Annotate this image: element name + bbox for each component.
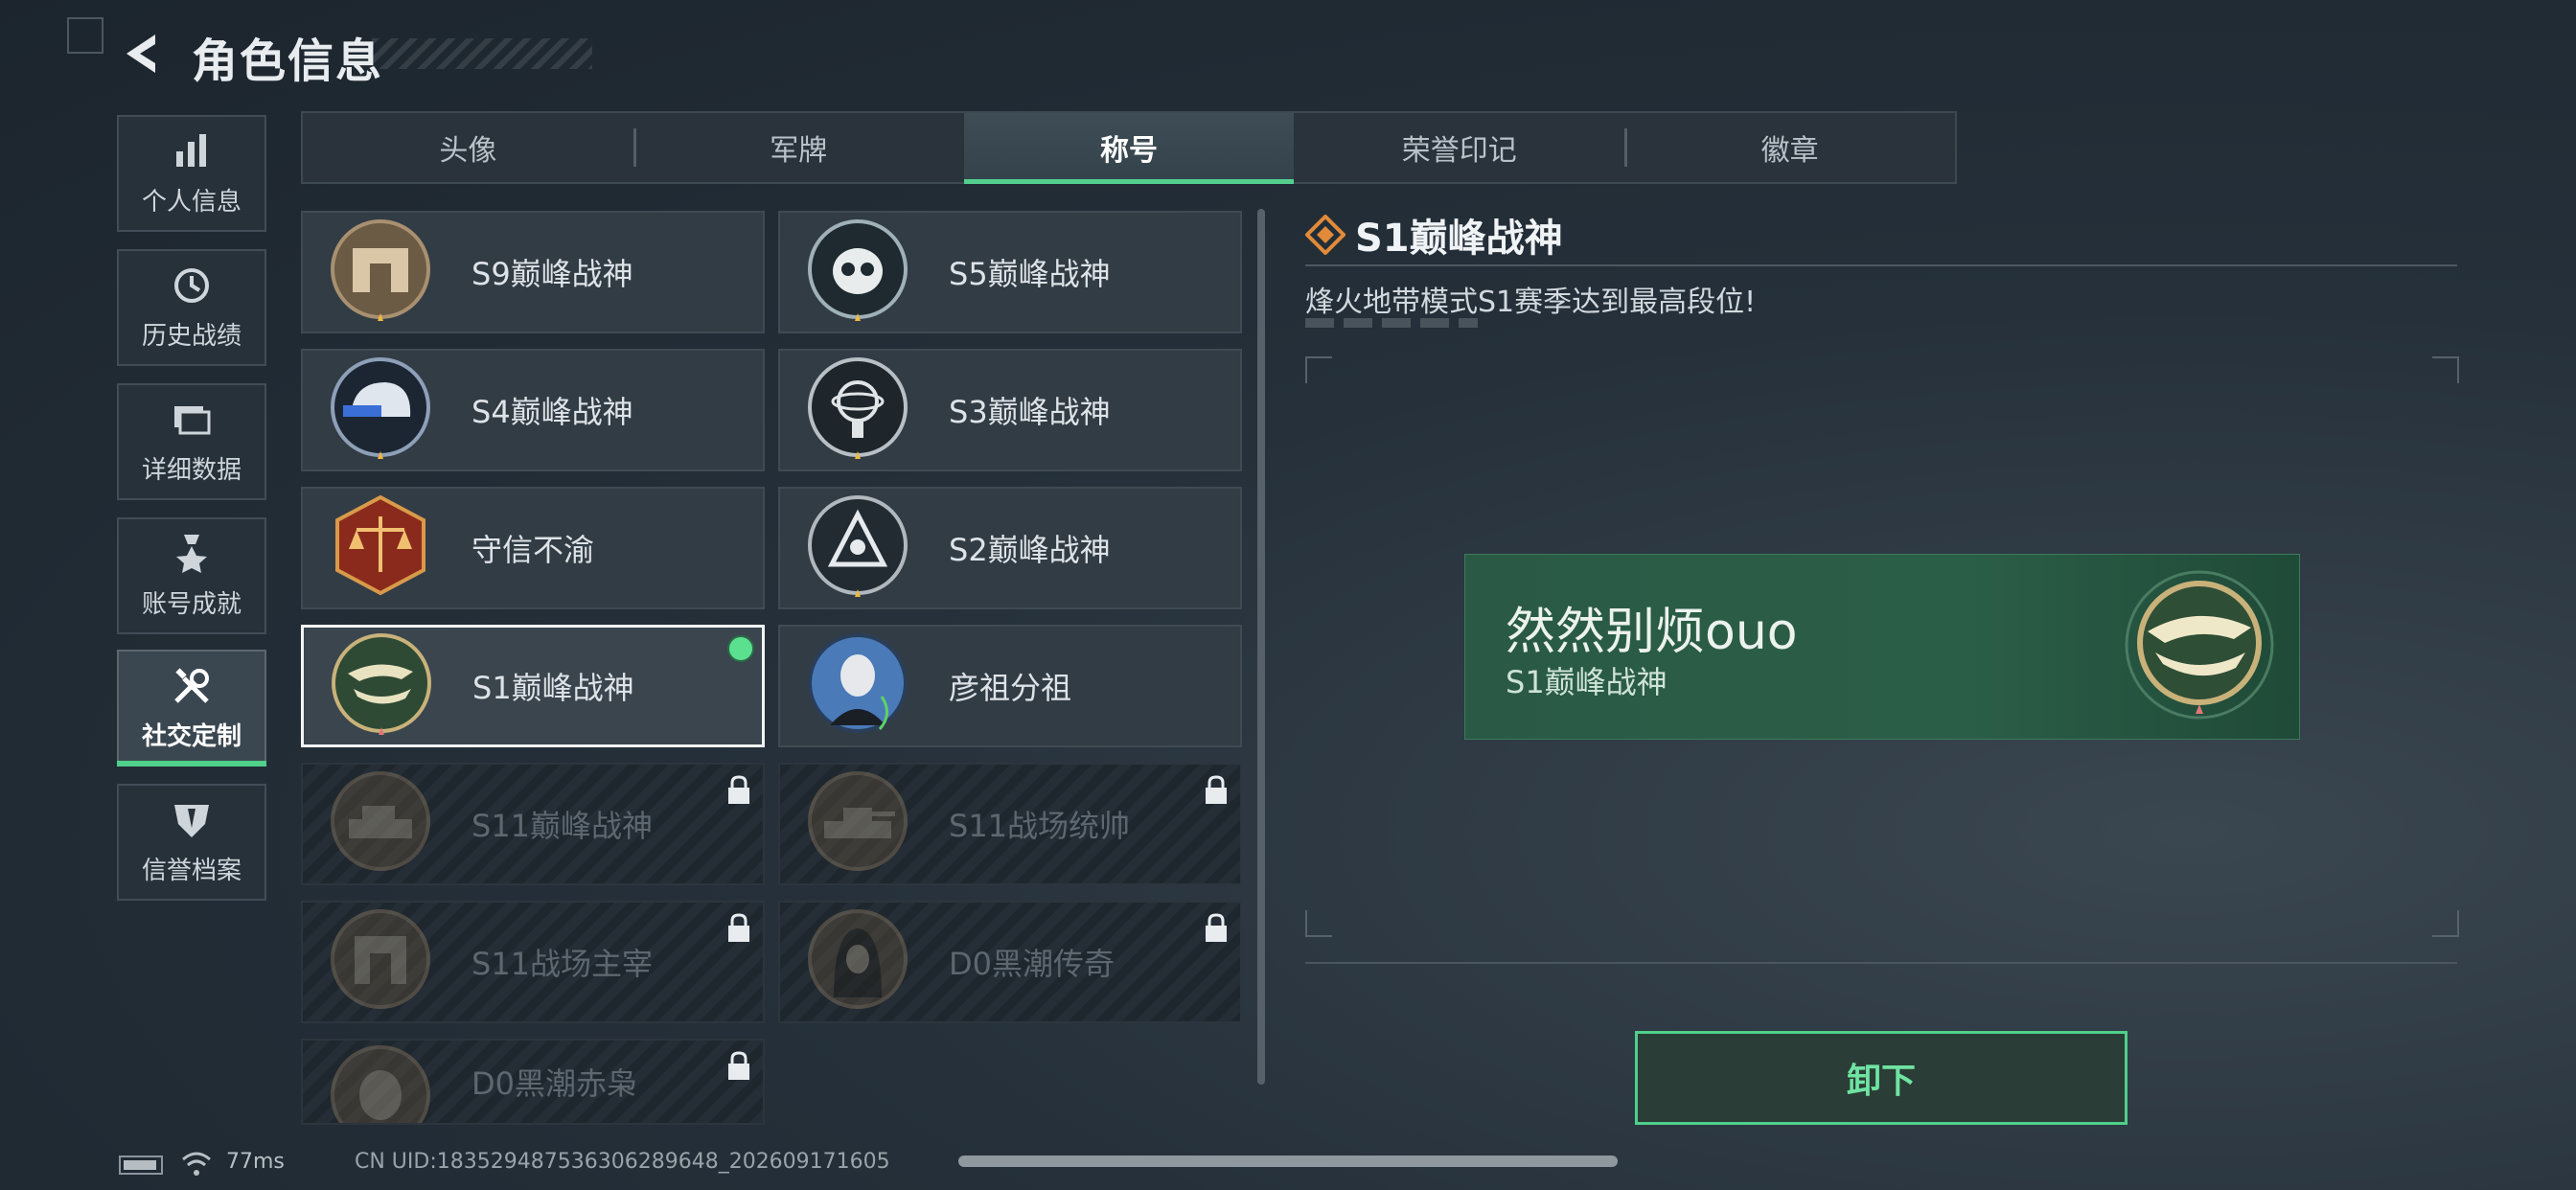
frame-corner [2432, 910, 2459, 937]
title-decoration [372, 38, 592, 69]
diamond-title-icon [1305, 215, 1346, 255]
title-card-locked[interactable]: D0黑潮传奇 [778, 901, 1242, 1023]
unequip-button[interactable]: 卸下 [1635, 1031, 2128, 1125]
ping-label: 77ms [226, 1150, 285, 1174]
title-name: S1巅峰战神 [472, 670, 634, 706]
sidebar-item-label: 个人信息 [141, 187, 242, 217]
list-scrollbar[interactable] [1257, 209, 1265, 1085]
title-name: 守信不渝 [472, 532, 595, 568]
tab-honor-mark[interactable]: 荣誉印记 [1294, 113, 1624, 182]
title-name: 彦祖分祖 [949, 670, 1072, 706]
title-card-locked[interactable]: S11战场统帅 [778, 763, 1242, 885]
sidebar-item-label: 信誉档案 [141, 856, 242, 885]
title-name: S3巅峰战神 [949, 394, 1111, 430]
lock-icon [728, 1051, 749, 1080]
tank-emblem [331, 771, 430, 871]
sidebar-item-label: 账号成就 [141, 589, 242, 619]
lock-icon [728, 775, 749, 804]
arch-emblem [331, 909, 430, 1009]
corner-marker [67, 17, 104, 54]
title-card[interactable]: S5巅峰战神 [778, 211, 1242, 333]
frame-corner [2432, 356, 2459, 383]
tab-title[interactable]: 称号 [963, 113, 1295, 184]
wrench-screwdriver-icon [174, 667, 209, 703]
detail-title: S1巅峰战神 [1355, 217, 1563, 261]
title-card[interactable]: S4巅峰战神 [301, 349, 765, 471]
lock-icon [1206, 913, 1227, 942]
title-card-locked[interactable]: S11战场主宰 [301, 901, 765, 1023]
back-arrow-icon[interactable] [117, 29, 165, 79]
battery-icon [119, 1156, 163, 1175]
title-card[interactable]: 彦祖分祖 [778, 625, 1242, 747]
title-card-locked[interactable]: D0黑潮赤枭 [301, 1039, 765, 1125]
triangle-emblem [808, 495, 908, 597]
hood-emblem [808, 909, 908, 1009]
lock-icon [1206, 775, 1227, 804]
shield-icon [174, 804, 209, 837]
lock-icon [728, 913, 749, 942]
tab-dog-tag[interactable]: 军牌 [632, 113, 964, 182]
crocodile-emblem [332, 633, 431, 735]
title-name: S4巅峰战神 [472, 394, 633, 430]
title-name: S2巅峰战神 [949, 532, 1111, 568]
uid-label: CN UID:18352948753630628964​8_2026091716… [355, 1150, 890, 1174]
divider [1305, 264, 2457, 266]
portrait-emblem [808, 633, 908, 733]
tab-badge[interactable]: 徽章 [1624, 113, 1955, 182]
title-name: S11战场主宰 [472, 946, 654, 982]
sidebar-item-achievements[interactable]: 账号成就 [117, 517, 266, 634]
title-name: S9巅峰战神 [472, 256, 633, 292]
title-preview-card: 然然别烦ouo S1巅峰战神 [1464, 554, 2300, 740]
divider [1305, 962, 2457, 964]
title-name: S11战场统帅 [949, 808, 1131, 844]
title-name: D0黑潮传奇 [949, 946, 1116, 982]
crocodile-emblem [2125, 570, 2274, 720]
page-title: 角色信息 [192, 34, 384, 88]
sidebar-item-label: 历史战绩 [141, 321, 242, 351]
title-name: S5巅峰战神 [949, 256, 1111, 292]
arch-emblem [331, 219, 430, 321]
tab-bar: 头像 军牌 称号 荣誉印记 徽章 [301, 111, 1957, 184]
title-card[interactable]: S2巅峰战神 [778, 487, 1242, 609]
sidebar-item-label: 详细数据 [141, 455, 242, 485]
sidebar-item-social-custom[interactable]: 社交定制 [117, 650, 266, 767]
frame-corner [1305, 910, 1332, 937]
title-card-locked[interactable]: S11巅峰战神 [301, 763, 765, 885]
detail-meta-deco [1305, 318, 1478, 328]
sidebar-item-personal-info[interactable]: 个人信息 [117, 115, 266, 232]
home-indicator[interactable] [958, 1156, 1618, 1167]
sidebar-item-reputation[interactable]: 信誉档案 [117, 784, 266, 901]
sidebar-item-history[interactable]: 历史战绩 [117, 249, 266, 366]
scales-emblem [335, 494, 426, 596]
title-name: D0黑潮赤枭 [472, 1065, 638, 1102]
skull-emblem [808, 219, 908, 321]
preview-player-name: 然然别烦ouo [1506, 604, 1798, 661]
sidebar-item-detailed-data[interactable]: 详细数据 [117, 383, 266, 500]
globe-emblem [808, 357, 908, 459]
title-card[interactable]: 守信不渝 [301, 487, 765, 609]
history-clock-icon [174, 267, 209, 303]
bar-chart-icon [176, 133, 206, 167]
frame-corner [1305, 356, 1332, 383]
wifi-icon [182, 1152, 211, 1176]
title-name: S11巅峰战神 [472, 808, 654, 844]
helmet-emblem [331, 357, 430, 459]
title-card[interactable]: S9巅峰战神 [301, 211, 765, 333]
title-card[interactable]: S3巅峰战神 [778, 349, 1242, 471]
detail-description: 烽火地带模式S1赛季达到最高段位! [1305, 286, 1757, 319]
mask-emblem [331, 1045, 430, 1123]
folder-icon [174, 405, 211, 434]
equipped-indicator [727, 635, 754, 662]
tank-emblem [808, 771, 908, 871]
title-card-selected[interactable]: S1巅峰战神 [301, 625, 765, 747]
tab-avatar[interactable]: 头像 [303, 113, 633, 182]
sidebar-item-label: 社交定制 [141, 721, 242, 751]
preview-title: S1巅峰战神 [1506, 664, 1668, 700]
medal-icon [176, 534, 207, 573]
